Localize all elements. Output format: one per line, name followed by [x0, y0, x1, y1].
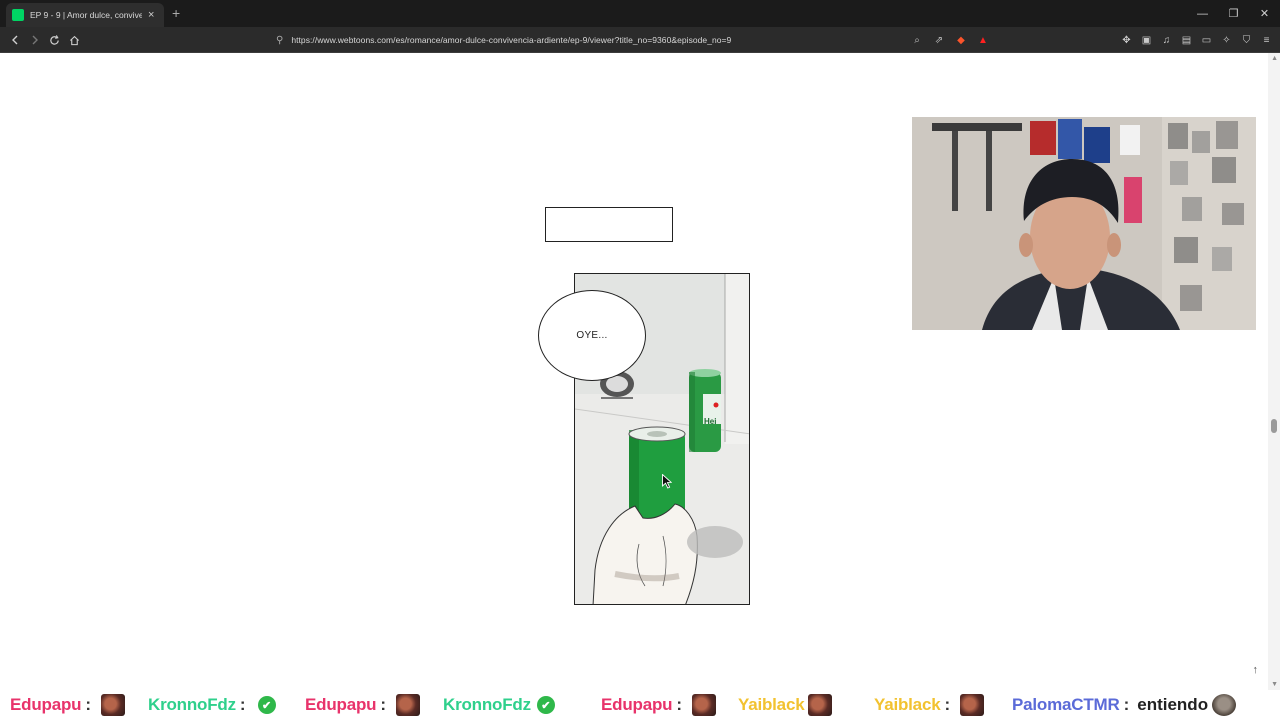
wallet-icon[interactable]: ▭	[1199, 31, 1214, 49]
mouse-cursor-icon	[662, 473, 673, 494]
media-icon[interactable]: ♫	[1159, 31, 1174, 49]
speech-bubble-text: OYE...	[576, 330, 608, 341]
reload-icon[interactable]	[45, 31, 63, 49]
chat-separator: :	[85, 695, 91, 714]
chat-separator: :	[239, 695, 246, 714]
speech-bubble: OYE...	[538, 290, 646, 381]
emote-face-icon	[808, 694, 833, 716]
scroll-up-icon[interactable]: ▲	[1271, 55, 1278, 62]
chat-username: Edupapu	[601, 695, 673, 714]
emote-face-icon	[692, 694, 716, 716]
scroll-down-icon[interactable]: ▼	[1271, 681, 1278, 688]
chat-message: Edupapu :	[10, 692, 125, 718]
chat-username: Yaiblack	[874, 695, 941, 714]
close-window-button[interactable]: ✕	[1249, 0, 1280, 27]
window-controls: — ❐ ✕	[1187, 0, 1280, 27]
forward-icon[interactable]	[26, 31, 44, 49]
maximize-button[interactable]: ❐	[1218, 0, 1249, 27]
leo-ai-icon[interactable]: ✧	[1219, 31, 1234, 49]
webcam-feed-image	[912, 117, 1256, 330]
back-icon[interactable]	[6, 31, 24, 49]
chat-message: Yaiblack :	[874, 692, 985, 718]
webtoon-viewer: Hei OYE... ▲ ▼ ↑	[0, 53, 1280, 690]
extensions-icon[interactable]: ✥	[1119, 31, 1134, 49]
url-text[interactable]: https://www.webtoons.com/es/romance/amor…	[291, 35, 731, 45]
page-scrollbar[interactable]: ▲ ▼	[1268, 53, 1280, 690]
sidebar-icon[interactable]: ▤	[1179, 31, 1194, 49]
share-icon[interactable]: ⇗	[932, 32, 946, 48]
chat-message: Yaiblack	[738, 692, 833, 718]
browser-tab-bar: EP 9 - 9 | Amor dulce, convivencia ardie…	[0, 0, 1280, 27]
tab-close-button[interactable]: ×	[148, 9, 154, 21]
vpn-icon[interactable]: ⛉	[1239, 31, 1254, 49]
comic-caption-box	[545, 207, 673, 242]
emote-face-icon	[960, 694, 985, 716]
new-tab-button[interactable]: +	[172, 5, 180, 21]
chat-username: Edupapu	[305, 695, 377, 714]
toolbar-icons: ✥ ▣ ♫ ▤ ▭ ✧ ⛉ ≡	[1119, 31, 1274, 49]
chat-username: PalomaCTMR	[1012, 695, 1120, 714]
zoom-icon[interactable]: ⌕	[910, 32, 924, 48]
chat-username: KronnoFdz	[443, 695, 531, 714]
webtoon-favicon-icon	[12, 9, 24, 21]
chat-message: KronnoFdz : ✔	[148, 692, 276, 718]
tab-active[interactable]: EP 9 - 9 | Amor dulce, convivencia ardie…	[6, 3, 164, 27]
address-bar[interactable]: ⚲ https://www.webtoons.com/es/romance/am…	[270, 30, 990, 50]
chat-separator: :	[676, 695, 682, 714]
chat-message: PalomaCTMR : entiendo	[1012, 692, 1237, 718]
chat-username: Yaiblack	[738, 695, 805, 714]
emote-face-icon	[101, 694, 125, 716]
chat-message: Edupapu :	[601, 692, 716, 718]
emote-check-icon: ✔	[536, 696, 555, 714]
chat-username: Edupapu	[10, 695, 82, 714]
menu-icon[interactable]: ≡	[1259, 31, 1274, 49]
scroll-to-top-icon[interactable]: ↑	[1253, 664, 1259, 676]
site-info-icon[interactable]: ⚲	[276, 35, 283, 46]
emote-face-icon	[396, 694, 420, 716]
tab-title: EP 9 - 9 | Amor dulce, convivencia ardie…	[30, 10, 142, 20]
minimize-button[interactable]: —	[1187, 0, 1218, 27]
browser-toolbar: ⚲ https://www.webtoons.com/es/romance/am…	[0, 27, 1280, 53]
chat-separator: :	[944, 695, 951, 714]
scrollbar-thumb[interactable]	[1271, 419, 1277, 433]
streamer-webcam	[912, 117, 1256, 330]
chat-username: KronnoFdz	[148, 695, 236, 714]
chat-message: Edupapu :	[305, 692, 420, 718]
stream-chat-ticker: Edupapu : KronnoFdz : ✔ Edupapu : Kronno…	[0, 690, 1280, 720]
screenshot-icon[interactable]: ▣	[1139, 31, 1154, 49]
brave-shields-icon[interactable]: ◆	[954, 32, 968, 48]
emote-check-icon: ✔	[257, 696, 276, 714]
home-icon[interactable]	[65, 31, 83, 49]
chat-message: KronnoFdz ✔	[443, 692, 555, 718]
address-actions: ⌕ ⇗ ◆ ▲	[910, 32, 990, 48]
chat-separator: :	[380, 695, 386, 714]
emote-cat-icon	[1212, 694, 1237, 716]
chat-text: entiendo	[1137, 695, 1209, 714]
brave-rewards-icon[interactable]: ▲	[976, 32, 990, 48]
svg-text:Hei: Hei	[704, 417, 716, 426]
chat-separator: :	[1123, 695, 1130, 714]
